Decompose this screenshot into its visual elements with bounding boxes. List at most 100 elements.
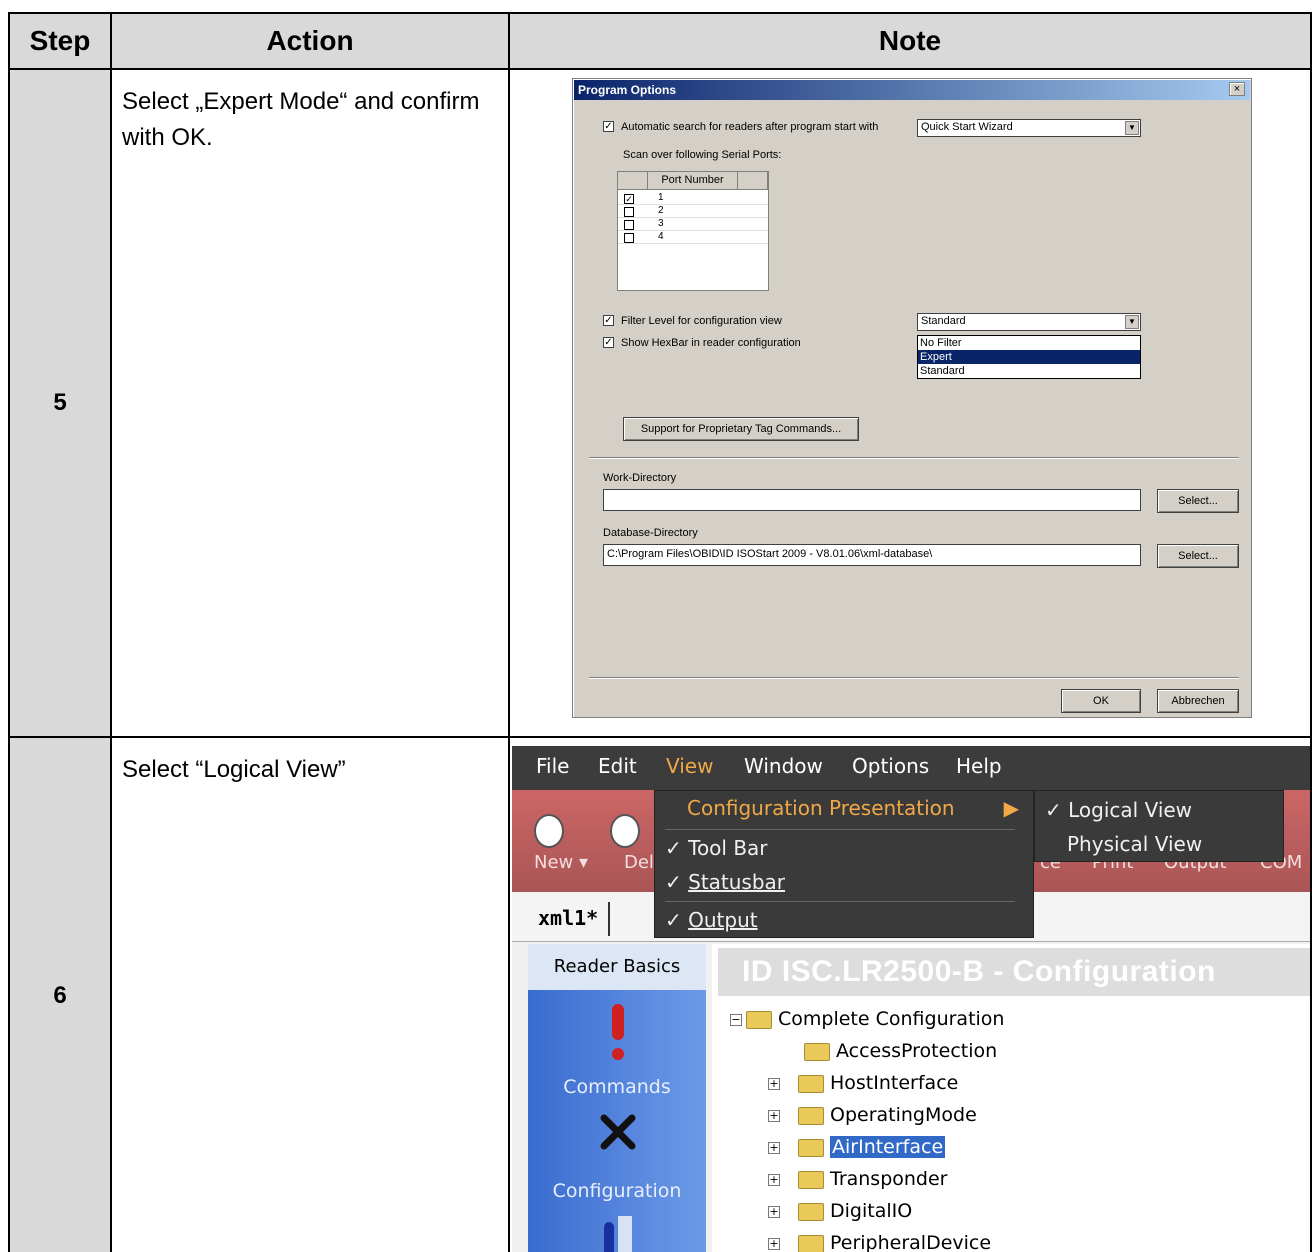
menu-file[interactable]: File [536,754,569,778]
tree-item-operating-mode[interactable]: + OperatingMode [768,1100,977,1130]
port-row[interactable]: ✓ 1 [618,192,768,205]
menu-edit[interactable]: Edit [598,754,637,778]
port-checkbox[interactable]: ✓ [624,194,634,204]
header-note: Note [508,12,1312,70]
close-icon[interactable]: × [1229,82,1245,96]
ok-button[interactable]: OK [1061,689,1141,713]
filter-option-standard[interactable]: Standard [918,364,1140,378]
menu-item-label: Statusbar [688,870,786,894]
expand-icon[interactable]: + [768,1141,780,1154]
grid-corner [618,172,648,190]
menu-item-statusbar[interactable]: ✓ Statusbar [665,865,785,899]
port-row[interactable]: 3 [618,218,768,231]
menu-item-tool-bar[interactable]: ✓ Tool Bar [665,831,768,865]
step-5-action: Select „Expert Mode“ and confirm with OK… [110,68,510,738]
auto-search-checkbox[interactable]: ✓ [603,121,614,132]
tree-item-peripheral-device[interactable]: + PeripheralDevice [768,1228,991,1252]
menu-item-output[interactable]: ✓ Output [665,903,758,937]
sidebar-item-configuration[interactable]: Configuration [528,1180,706,1202]
work-dir-label: Work-Directory [603,472,677,484]
check-icon: ✓ [665,836,689,860]
collapse-icon[interactable]: − [730,1013,742,1026]
sidebar-header[interactable]: Reader Basics [528,944,706,990]
expand-icon[interactable]: + [768,1109,780,1122]
menu-separator [665,901,1015,902]
step-6-action: Select “Logical View” [110,736,510,1252]
port-checkbox[interactable] [624,220,634,230]
chevron-right-icon: ▶ [1003,796,1019,820]
tree-item-air-interface[interactable]: + AirInterface [768,1132,946,1162]
toolbar-del[interactable]: Del [624,852,654,873]
filter-option-no-filter[interactable]: No Filter [918,336,1140,350]
port-number-header: Port Number [648,172,738,190]
expand-icon[interactable]: + [768,1205,780,1218]
exclamation-icon [612,1004,624,1060]
menu-item-configuration-presentation[interactable]: Configuration Presentation ▶ [687,791,1027,825]
expand-icon[interactable]: + [768,1237,780,1250]
tree-item-complete-configuration[interactable]: − Complete Configuration [730,1004,1004,1034]
db-dir-label: Database-Directory [603,527,698,539]
new-document-icon[interactable] [534,814,564,848]
port-checkbox[interactable] [624,207,634,217]
filter-level-checkbox[interactable]: ✓ [603,315,614,326]
check-icon: ✓ [665,908,689,932]
tree-item-host-interface[interactable]: + HostInterface [768,1068,958,1098]
menu-bar: File Edit View Window Options Help [512,746,1310,790]
tree-item-digital-io[interactable]: + DigitalIO [768,1196,912,1226]
menu-item-physical-view[interactable]: Physical View [1067,827,1202,861]
tree-label: HostInterface [830,1072,959,1094]
db-dir-select-button[interactable]: Select... [1157,544,1239,568]
menu-help[interactable]: Help [956,754,1002,778]
step-5-number: 5 [8,68,112,738]
port-number: 4 [658,231,664,242]
menu-item-logical-view[interactable]: ✓ Logical View [1045,793,1192,827]
menu-item-label: Physical View [1067,832,1203,856]
auto-search-label: Automatic search for readers after progr… [621,121,879,133]
port-number: 1 [658,192,664,203]
tree-item-access-protection[interactable]: AccessProtection [804,1036,997,1066]
hexbar-label: Show HexBar in reader configuration [621,337,801,349]
port-number: 2 [658,205,664,216]
filter-level-select[interactable]: Standard ▼ [917,313,1141,331]
tree-item-transponder[interactable]: + Transponder [768,1164,948,1194]
tree-label: AirInterface [830,1136,946,1158]
tree-label: DigitalIO [830,1200,913,1222]
filter-option-expert[interactable]: Expert [918,350,1140,364]
port-checkbox[interactable] [624,233,634,243]
menu-item-label: Output [688,908,758,932]
tree-label: PeripheralDevice [830,1232,992,1252]
check-icon: ✓ [1045,798,1069,822]
chevron-down-icon[interactable]: ▼ [1125,121,1139,135]
sidebar-item-commands[interactable]: Commands [528,1076,706,1098]
folder-icon [746,1010,772,1029]
expand-icon[interactable]: + [768,1173,780,1186]
app-screenshot: File Edit View Window Options Help New ▾… [512,746,1310,1252]
folder-icon [798,1170,824,1189]
cancel-button[interactable]: Abbrechen [1157,689,1239,713]
header-step: Step [8,12,112,70]
menu-window[interactable]: Window [744,754,823,778]
port-row[interactable]: 2 [618,205,768,218]
work-dir-input[interactable] [603,489,1141,511]
folder-icon [798,1234,824,1252]
tab-xml1[interactable]: xml1* [528,902,611,936]
db-dir-input[interactable]: C:\Program Files\OBID\ID ISOStart 2009 -… [603,544,1141,566]
tree-label: Transponder [830,1168,948,1190]
port-number: 3 [658,218,664,229]
chevron-down-icon[interactable]: ▼ [1125,315,1139,329]
menu-options[interactable]: Options [852,754,929,778]
menu-view[interactable]: View [666,754,713,778]
hexbar-checkbox[interactable]: ✓ [603,337,614,348]
delete-icon[interactable] [610,814,640,848]
proprietary-commands-button[interactable]: Support for Proprietary Tag Commands... [623,417,859,441]
grid-empty-header [738,172,768,190]
auto-search-select[interactable]: Quick Start Wizard ▼ [917,119,1141,137]
menu-item-label: Configuration Presentation [687,796,955,820]
config-title: ID ISC.LR2500-B - Configuration [718,948,1310,996]
expand-icon[interactable]: + [768,1077,780,1090]
tree-label: OperatingMode [830,1104,977,1126]
port-row[interactable]: 4 [618,231,768,244]
check-icon: ✓ [665,870,689,894]
work-dir-select-button[interactable]: Select... [1157,489,1239,513]
toolbar-new[interactable]: New ▾ [534,852,588,873]
